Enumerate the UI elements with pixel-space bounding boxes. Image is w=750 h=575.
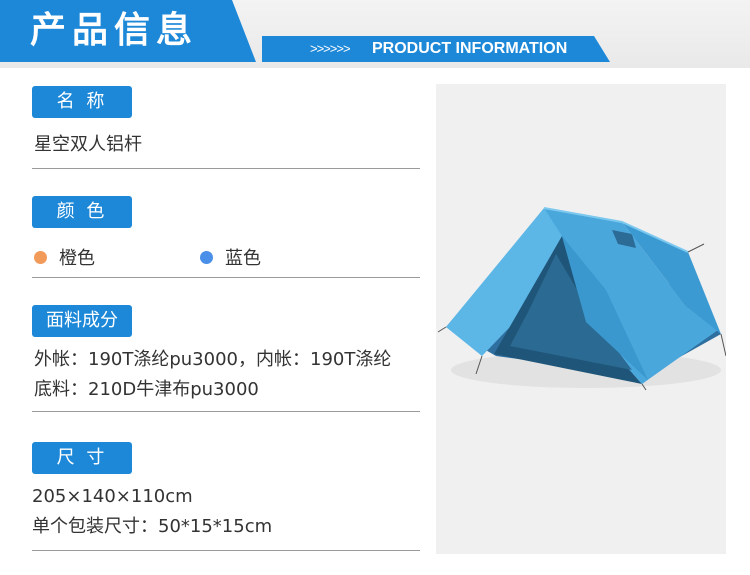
divider	[32, 168, 420, 169]
fabric-line: 外帐：190T涤纶pu3000，内帐：190T涤纶	[34, 349, 392, 370]
size-lines: 205×140×110cm 单个包装尺寸：50*15*15cm	[32, 482, 420, 542]
size-label: 尺 寸	[32, 442, 132, 474]
divider	[32, 411, 420, 412]
name-section: 名 称 星空双人铝杆	[32, 86, 420, 170]
fabric-label: 面料成分	[32, 305, 132, 337]
tent-photo	[436, 84, 727, 554]
size-section: 尺 寸 205×140×110cm 单个包装尺寸：50*15*15cm	[32, 442, 420, 554]
page-title: 产品信息	[30, 10, 199, 51]
color-option-blue: 蓝色	[200, 244, 261, 274]
color-option-label: 蓝色	[225, 248, 261, 269]
header-title-banner: 产品信息	[0, 0, 256, 62]
fabric-section: 面料成分 外帐：190T涤纶pu3000，内帐：190T涤纶 底料：210D牛津…	[32, 305, 420, 415]
name-label: 名 称	[32, 86, 132, 118]
page-subtitle: PRODUCT INFORMATION	[372, 40, 568, 57]
header-subtitle-banner: >>>>>> PRODUCT INFORMATION	[262, 36, 610, 62]
size-line: 205×140×110cm	[32, 486, 193, 507]
tent-illustration	[437, 207, 727, 391]
color-options: 橙色 蓝色	[34, 244, 422, 274]
color-section: 颜 色 橙色 蓝色	[32, 196, 420, 280]
size-line: 单个包装尺寸：50*15*15cm	[32, 516, 273, 537]
orange-swatch-icon	[34, 250, 47, 264]
color-label: 颜 色	[32, 196, 132, 228]
name-value: 星空双人铝杆	[34, 134, 142, 155]
fabric-line: 底料：210D牛津布pu3000	[34, 379, 259, 400]
chevrons-icon: >>>>>>	[310, 41, 351, 56]
header-bar: 产品信息 >>>>>> PRODUCT INFORMATION	[0, 0, 750, 68]
blue-swatch-icon	[200, 250, 213, 264]
divider	[32, 277, 420, 278]
color-option-label: 橙色	[59, 248, 95, 269]
divider	[32, 550, 420, 551]
color-option-orange: 橙色	[34, 244, 95, 274]
fabric-lines: 外帐：190T涤纶pu3000，内帐：190T涤纶 底料：210D牛津布pu30…	[34, 345, 434, 405]
